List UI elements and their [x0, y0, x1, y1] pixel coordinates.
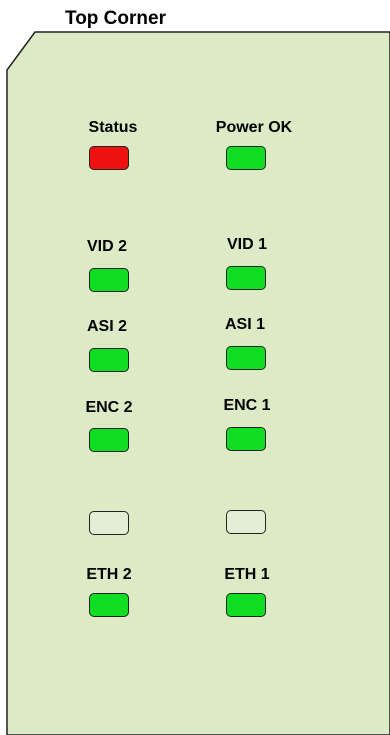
enc-1-led: [226, 427, 266, 451]
asi-2-led: [89, 348, 129, 372]
asi-1-label: ASI 1: [224, 316, 266, 333]
unlabeled-left-led: [89, 511, 129, 535]
enc-2-led: [89, 428, 129, 452]
enc-2-label: ENC 2: [85, 399, 133, 416]
status-label: Status: [88, 119, 138, 136]
power-ok-label: Power OK: [215, 119, 293, 136]
vid-1-led: [226, 266, 266, 290]
vid-2-led: [89, 268, 129, 292]
eth-1-led: [226, 593, 266, 617]
device-panel-outline: [6, 31, 390, 735]
power-ok-led: [226, 146, 266, 170]
eth-2-led: [89, 593, 129, 617]
vid-1-label: VID 1: [226, 236, 268, 253]
device-panel: [6, 31, 390, 735]
asi-1-led: [226, 346, 266, 370]
unlabeled-right-led: [226, 510, 266, 534]
asi-2-label: ASI 2: [86, 318, 128, 335]
enc-1-label: ENC 1: [223, 397, 271, 414]
status-led: [89, 146, 129, 170]
eth-1-label: ETH 1: [224, 566, 270, 583]
vid-2-label: VID 2: [86, 238, 128, 255]
eth-2-label: ETH 2: [86, 566, 132, 583]
